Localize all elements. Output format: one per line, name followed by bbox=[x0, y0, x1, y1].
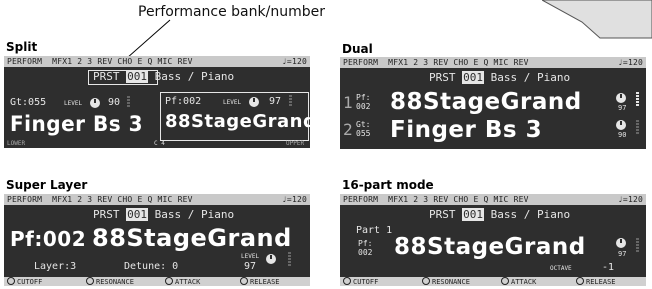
prst-label: PRST 001 Bass / Piano bbox=[93, 208, 235, 221]
knob-function-bar: CUTOFF RESONANCE ATTACK RELEASE bbox=[4, 277, 310, 286]
status-bar: PERFORM MFX1 2 3 REV CHO E Q MIC REV ♩=1… bbox=[4, 56, 310, 67]
effects-list: MFX1 2 3 REV CHO E Q MIC REV bbox=[388, 195, 529, 204]
level-value: 97 bbox=[618, 250, 627, 258]
part-1-level-meter bbox=[636, 92, 639, 107]
prst-label: PRST 001 Bass / Piano bbox=[93, 70, 235, 83]
section-title-split: Split bbox=[6, 40, 38, 54]
section-title-super-layer: Super Layer bbox=[6, 178, 88, 192]
part-2-category: Gt: bbox=[356, 120, 371, 129]
footer-attack: ATTACK bbox=[501, 277, 536, 286]
right-level-knob-icon bbox=[249, 97, 259, 107]
part-1-level-value: 97 bbox=[618, 104, 627, 112]
right-level-meter bbox=[289, 95, 292, 107]
status-bar: PERFORM MFX1 2 3 REV CHO E Q MIC REV ♩=1… bbox=[340, 57, 646, 68]
callout-label: Performance bank/number bbox=[138, 4, 325, 20]
prst-label: PRST 001 Bass / Piano bbox=[429, 208, 571, 221]
lcd-dual: PERFORM MFX1 2 3 REV CHO E Q MIC REV ♩=1… bbox=[340, 57, 646, 149]
right-level-value: 97 bbox=[269, 96, 282, 107]
part-tone-name: 88StageGrand bbox=[394, 234, 586, 260]
part-category: Pf: bbox=[358, 239, 373, 248]
status-bar: PERFORM MFX1 2 3 REV CHO E Q MIC REV ♩=1… bbox=[4, 194, 310, 205]
upper-label: UPPER bbox=[286, 140, 305, 147]
left-level-value: 90 bbox=[108, 97, 121, 108]
part-1-tone-name: 88StageGrand bbox=[390, 89, 582, 115]
section-title-16-part: 16-part mode bbox=[342, 178, 434, 192]
level-knob-icon bbox=[616, 238, 626, 248]
knob-function-bar: CUTOFF RESONANCE ATTACK RELEASE bbox=[340, 277, 646, 286]
prst-number: 001 bbox=[462, 208, 484, 221]
prst-name: Bass / Piano bbox=[490, 71, 571, 84]
footer-release: RELEASE bbox=[576, 277, 616, 286]
footer-cutoff: CUTOFF bbox=[343, 277, 378, 286]
right-level-label: LEVEL bbox=[223, 99, 242, 106]
footer-release: RELEASE bbox=[240, 277, 280, 286]
part-1-number: 1 bbox=[343, 93, 353, 112]
left-tone-name: Finger Bs 3 bbox=[10, 111, 143, 137]
footer-resonance: RESONANCE bbox=[422, 277, 470, 286]
left-level-label: LEVEL bbox=[64, 100, 83, 107]
mode-label: PERFORM bbox=[7, 57, 43, 66]
speech-bubble-shape bbox=[542, 0, 652, 39]
footer-resonance: RESONANCE bbox=[86, 277, 134, 286]
level-meter bbox=[636, 238, 639, 253]
detune-value: Detune: 0 bbox=[124, 261, 179, 272]
effects-list: MFX1 2 3 REV CHO E Q MIC REV bbox=[52, 195, 193, 204]
tempo-label: ♩=120 bbox=[617, 195, 643, 204]
prst-label: PRST 001 Bass / Piano bbox=[429, 71, 571, 84]
part-label: Part 1 bbox=[356, 225, 393, 236]
left-level-meter bbox=[127, 96, 130, 108]
tone-name: 88StageGrand bbox=[92, 224, 292, 252]
octave-label: OCTAVE bbox=[550, 265, 572, 272]
mode-label: PERFORM bbox=[343, 195, 379, 204]
lcd-split: PERFORM MFX1 2 3 REV CHO E Q MIC REV ♩=1… bbox=[4, 56, 310, 148]
level-knob-icon bbox=[266, 254, 276, 264]
tempo-label: ♩=120 bbox=[617, 58, 643, 67]
split-point-value: C 4 bbox=[154, 140, 165, 147]
level-meter bbox=[288, 252, 291, 267]
part-tone-number: 002 bbox=[358, 248, 373, 257]
lcd-16-part: PERFORM MFX1 2 3 REV CHO E Q MIC REV ♩=1… bbox=[340, 194, 646, 286]
prst-name: Bass / Piano bbox=[490, 208, 571, 221]
level-label: LEVEL bbox=[241, 253, 260, 260]
mode-label: PERFORM bbox=[7, 195, 43, 204]
lower-label: LOWER bbox=[7, 140, 26, 147]
part-2-level-meter bbox=[636, 120, 639, 135]
part-1-level-knob-icon bbox=[616, 93, 626, 103]
octave-value: -1 bbox=[602, 262, 615, 273]
footer-attack: ATTACK bbox=[165, 277, 200, 286]
part-2-number: 2 bbox=[343, 120, 353, 139]
left-tone-code: Gt:055 bbox=[10, 97, 47, 108]
right-tone-code: Pf:002 bbox=[165, 96, 202, 107]
status-bar: PERFORM MFX1 2 3 REV CHO E Q MIC REV ♩=1… bbox=[340, 194, 646, 205]
tempo-label: ♩=120 bbox=[281, 57, 307, 66]
part-2-tone-name: Finger Bs 3 bbox=[390, 117, 543, 143]
tempo-label: ♩=120 bbox=[281, 195, 307, 204]
part-2-tone-number: 055 bbox=[356, 129, 371, 138]
level-value: 97 bbox=[244, 261, 257, 272]
prst-name: Bass / Piano bbox=[154, 208, 235, 221]
part-1-tone-number: 002 bbox=[356, 102, 371, 111]
left-level-knob-icon bbox=[90, 98, 100, 108]
prst-number: 001 bbox=[126, 70, 148, 83]
part-1-category: Pf: bbox=[356, 93, 371, 102]
part-2-level-value: 90 bbox=[618, 131, 627, 139]
section-title-dual: Dual bbox=[342, 42, 373, 56]
prst-name: Bass / Piano bbox=[154, 70, 235, 83]
mode-label: PERFORM bbox=[343, 58, 379, 67]
part-2-level-knob-icon bbox=[616, 120, 626, 130]
lcd-super-layer: PERFORM MFX1 2 3 REV CHO E Q MIC REV ♩=1… bbox=[4, 194, 310, 286]
tone-code: Pf:002 bbox=[10, 227, 87, 251]
layer-value: Layer:3 bbox=[34, 261, 77, 272]
footer-cutoff: CUTOFF bbox=[7, 277, 42, 286]
prst-number: 001 bbox=[126, 208, 148, 221]
right-tone-name: 88StageGrand bbox=[165, 111, 310, 132]
effects-list: MFX1 2 3 REV CHO E Q MIC REV bbox=[388, 58, 529, 67]
effects-list: MFX1 2 3 REV CHO E Q MIC REV bbox=[52, 57, 193, 66]
prst-number: 001 bbox=[462, 71, 484, 84]
